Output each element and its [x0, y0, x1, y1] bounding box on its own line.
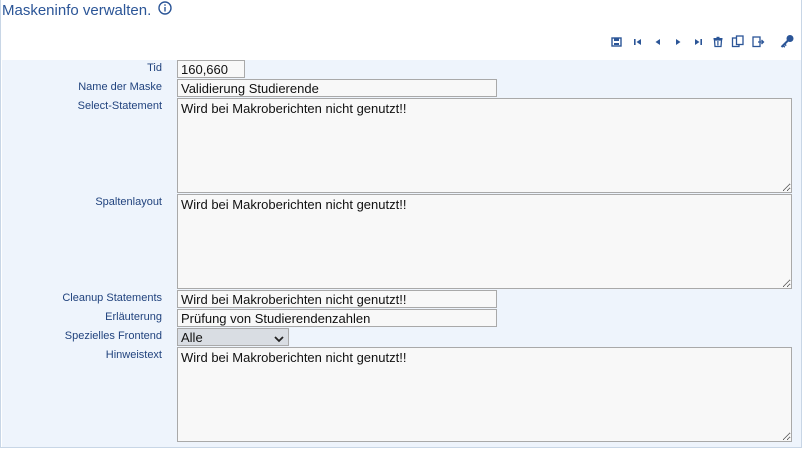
record-toolbar	[1, 34, 801, 50]
delete-icon[interactable]	[712, 34, 726, 50]
frontend-select[interactable]: Alle	[177, 328, 289, 346]
select-statement-field[interactable]: Wird bei Makroberichten nicht genutzt!!	[177, 98, 792, 193]
previous-record-icon[interactable]	[652, 34, 666, 50]
hinweistext-label: Hinweistext	[105, 349, 162, 361]
page-title: Maskeninfo verwalten.	[2, 1, 152, 19]
key-icon[interactable]	[779, 34, 794, 50]
save-icon[interactable]	[611, 34, 625, 50]
cleanup-field[interactable]	[177, 290, 497, 308]
name-field[interactable]	[177, 79, 497, 97]
select-statement-label: Select-Statement	[77, 100, 162, 112]
hinweistext-field[interactable]: Wird bei Makroberichten nicht genutzt!!	[177, 347, 792, 442]
spaltenlayout-field[interactable]: Wird bei Makroberichten nicht genutzt!!	[177, 194, 792, 289]
tid-label: Tid	[147, 62, 162, 74]
frontend-select-value: Alle	[181, 329, 203, 345]
next-record-icon[interactable]	[672, 34, 686, 50]
page-frame: Maskeninfo verwalten. Tid 160,660 Name d…	[0, 0, 802, 448]
erlaeuterung-field[interactable]	[177, 309, 497, 327]
cleanup-label: Cleanup Statements	[62, 292, 162, 304]
page-header: Maskeninfo verwalten.	[2, 0, 172, 20]
info-icon[interactable]	[158, 1, 172, 15]
copy-icon[interactable]	[731, 34, 745, 50]
first-record-icon[interactable]	[632, 34, 646, 50]
export-icon[interactable]	[751, 34, 765, 50]
spaltenlayout-label: Spaltenlayout	[95, 196, 162, 208]
frontend-label: Spezielles Frontend	[64, 330, 162, 342]
tid-field[interactable]	[177, 60, 245, 78]
chevron-down-icon	[274, 332, 284, 347]
name-label: Name der Maske	[78, 81, 162, 93]
erlaeuterung-label: Erläuterung	[105, 311, 162, 323]
mask-form: Tid Name der Maske Select-Statement Wird…	[2, 60, 801, 447]
last-record-icon[interactable]	[692, 34, 706, 50]
